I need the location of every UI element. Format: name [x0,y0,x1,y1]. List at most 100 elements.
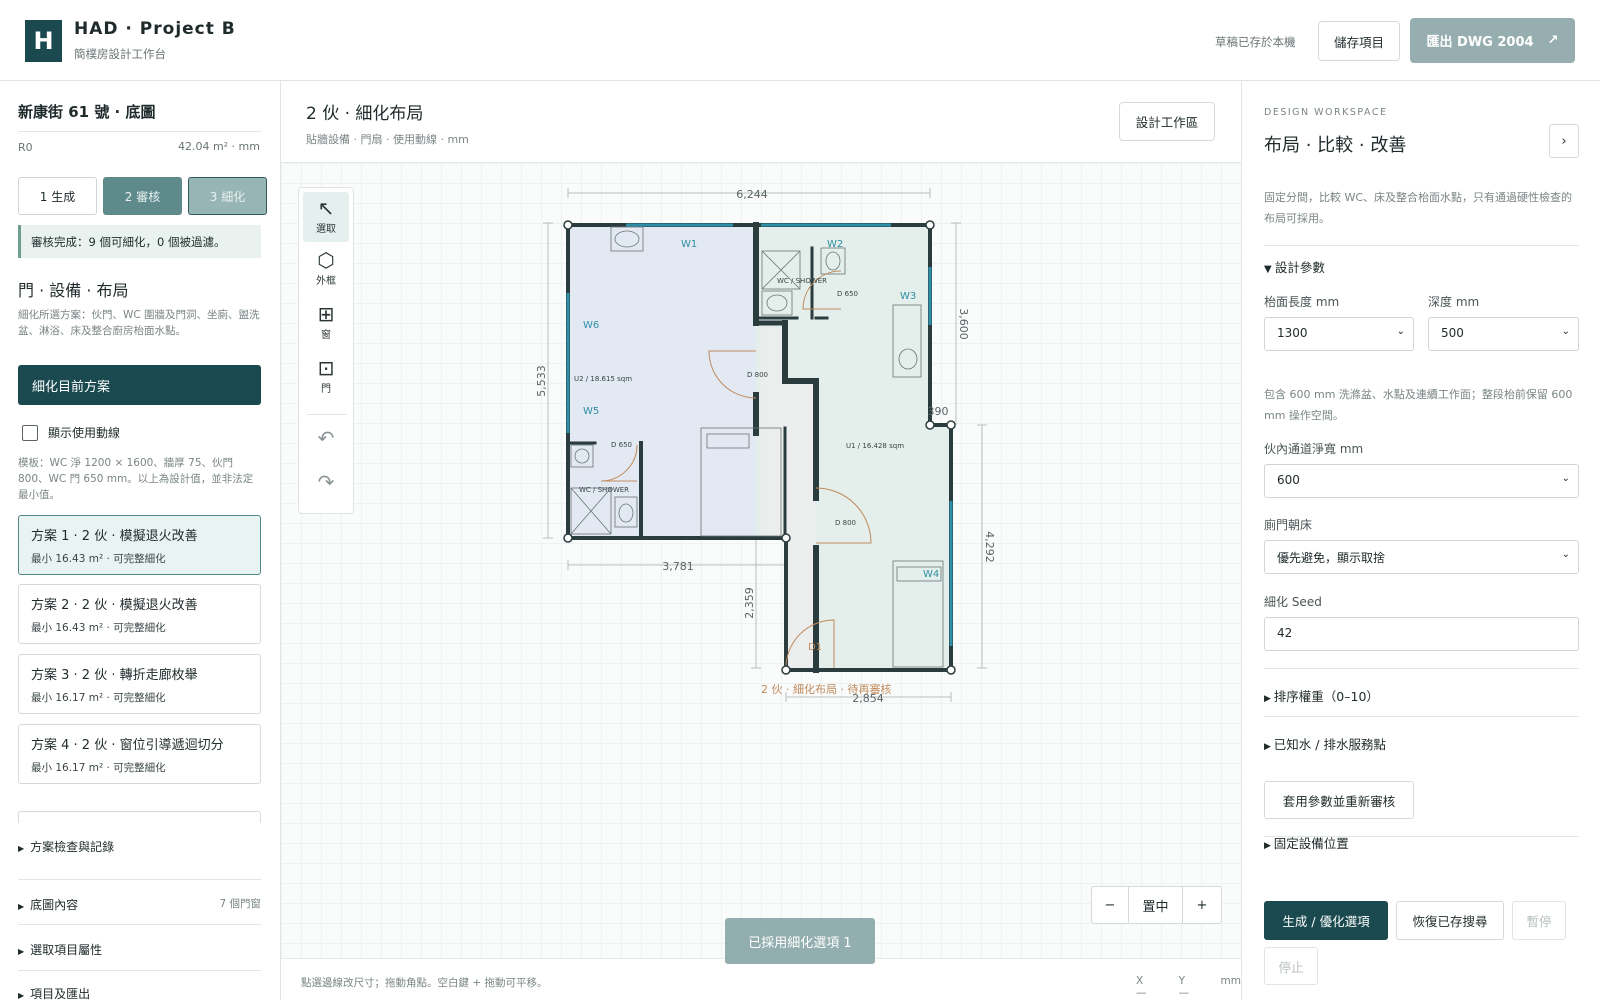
template-note: 模板：WC 淨 1200 × 1600、牆厚 75、伙門 800、WC 門 65… [18,457,254,501]
counter-length-label: 枱面長度 mm [1264,295,1340,309]
select-value: 500 [1441,326,1464,340]
save-project-button[interactable]: 儲存項目 [1318,21,1400,61]
option-title: 方案 4 · 2 伙 · 窗位引導遞迴切分 [31,738,224,753]
accordion-label: 項目及匯出 [30,987,91,1000]
chevron-down-icon: ⌄ [1561,473,1570,484]
design-workspace-button[interactable]: 設計工作區 [1119,102,1215,141]
divider [18,970,261,971]
review-notice: 審核完成：9 個可細化，0 個被過濾。 [18,225,261,258]
coord-y: Y — [1178,975,1190,999]
depth-label: 深度 mm [1428,295,1480,309]
option-title: 方案 1 · 2 伙 · 模擬退火改善 [31,529,198,544]
coordinate-readout: X — Y — mm [1136,975,1241,999]
dim-label: 3,600 [957,308,970,340]
option-card-4[interactable]: 方案 4 · 2 伙 · 窗位引導遞迴切分 最小 16.17 m² · 可完整細… [18,724,261,784]
accordion-review-log[interactable]: ▶ 方案檢查與記錄 [18,838,261,855]
door-label: D 650 [837,290,858,298]
window-label: W6 [583,320,599,331]
accordion-sort-weights[interactable]: ▶ 排序權重（0–10） [1264,686,1379,705]
accordion-label: 已知水 / 排水服務點 [1273,737,1386,752]
dim-label: 5,533 [535,365,548,397]
openings-count: 7 個門窗 [219,898,261,910]
canvas-title: 2 伙 · 細化布局 [306,104,424,124]
zoom-out-button[interactable]: − [1092,887,1129,923]
center-view-button[interactable]: 置中 [1129,887,1183,923]
unit-1-label: U1 / 16.428 sqm [846,442,904,450]
option-card-1[interactable]: 方案 1 · 2 伙 · 模擬退火改善 最小 16.43 m² · 可完整細化 [18,515,261,575]
app-title: HAD · Project B [74,19,236,39]
show-paths-label: 顯示使用動線 [48,426,121,440]
apply-params-button[interactable]: 套用參數並重新審核 [1264,781,1414,819]
expand-triangle-icon: ▶ [1264,694,1274,704]
unit-2-label: U2 / 18.615 sqm [574,375,632,383]
wc-label: WC / SHOWER [777,277,827,285]
divider [18,131,261,132]
accordion-design-params[interactable]: ▼ 設計參數 [1264,257,1325,276]
left-panel: 新康街 61 號 · 底圖 R0 42.04 m² · mm 1 生成 2 審核… [0,81,281,1000]
option-title: 方案 2 · 2 伙 · 模擬退火改善 [31,598,198,613]
export-dwg-button[interactable]: 匯出 DWG 2004 ↗ [1410,18,1575,63]
option-subtitle: 最小 16.43 m² · 可完整細化 [31,622,166,634]
accordion-fixed-equipment-title[interactable]: ▶ 固定設備位置 [1264,833,1349,852]
floor-plan[interactable]: 6,244 5,533 3,781 3,600 390 4,292 2,359 … [281,163,1241,960]
collapse-triangle-icon: ▼ [1264,264,1275,275]
expand-triangle-icon: ▶ [18,844,25,853]
accordion-service-points[interactable]: ▶ 已知水 / 排水服務點 [1264,734,1386,753]
panel-kicker: DESIGN WORKSPACE [1264,107,1388,118]
counter-length-select[interactable]: 1300 ⌄ [1264,317,1414,351]
select-value: 優先避免，顯示取捨 [1277,551,1386,565]
section-description: 細化所選方案：伙門、WC 圍牆及門洞、坐廁、盥洗盆、淋浴、床及整合廚房枱面水點。 [18,309,260,337]
refine-current-button[interactable]: 細化目前方案 [18,365,261,405]
seed-input[interactable]: 42 [1264,617,1579,651]
restore-search-button[interactable]: 恢復已存搜尋 [1396,901,1504,940]
export-dwg-label: 匯出 DWG 2004 [1426,35,1534,50]
corridor-width-label: 伙內通道淨寬 mm [1264,442,1364,456]
drawing-canvas[interactable]: ↖ 選取 ⬡ 外框 ⊞ 窗 ⊡ 門 ↶ ↷ 6,244 5,533 3,781 … [281,162,1241,964]
corridor-width-select[interactable]: 600 ⌄ [1264,464,1579,498]
option-card-3[interactable]: 方案 3 · 2 伙 · 轉折走廊枚舉 最小 16.17 m² · 可完整細化 [18,654,261,714]
option-card-partial[interactable] [18,811,261,823]
window-label: W5 [583,406,599,417]
toilet-door-select[interactable]: 優先避免，顯示取捨 ⌄ [1264,540,1579,574]
step-generate[interactable]: 1 生成 [18,177,97,215]
seed-label: 細化 Seed [1264,595,1322,609]
stop-button[interactable]: 停止 [1264,947,1318,985]
step-review[interactable]: 2 審核 [103,177,182,215]
accordion-properties[interactable]: ▶ 選取項目屬性 [18,941,261,958]
depth-select[interactable]: 500 ⌄ [1428,317,1579,351]
expand-triangle-icon: ▶ [18,991,25,1000]
step-refine[interactable]: 3 細化 [188,177,267,215]
show-paths-toggle[interactable]: 顯示使用動線 [22,424,120,441]
app-logo: H [25,20,62,62]
center-panel: 2 伙 · 細化布局 貼牆設備 · 門扇 · 使用動線 · mm 設計工作區 ↖… [281,81,1241,1000]
option-card-2[interactable]: 方案 2 · 2 伙 · 模擬退火改善 最小 16.43 m² · 可完整細化 [18,584,261,644]
panel-title: 布局 · 比較 · 改善 [1264,135,1407,156]
option-subtitle: 最小 16.17 m² · 可完整細化 [31,692,166,704]
expand-triangle-icon: ▶ [18,902,25,911]
show-paths-checkbox[interactable] [22,424,38,441]
divider [1264,716,1579,717]
accordion-project-export[interactable]: ▶ 項目及匯出 [18,985,261,1000]
zoom-in-button[interactable]: + [1183,887,1221,923]
wc-label: WC / SHOWER [579,486,629,494]
plan-title: 新康街 61 號 · 底圖 [18,103,156,121]
window-label: W3 [900,291,916,302]
door-label: D 800 [747,371,768,379]
option-title: 方案 3 · 2 伙 · 轉折走廊枚舉 [31,668,198,683]
section-title: 門 · 設備 · 布局 [18,281,129,300]
accordion-label: 方案檢查與記錄 [30,840,115,854]
accordion-label: 底圖內容 [30,898,79,912]
divider [1264,245,1579,246]
coord-unit: mm [1220,975,1241,987]
chevron-down-icon: ⌄ [1396,326,1405,337]
divider [1264,668,1579,669]
dim-label: 3,781 [662,560,694,573]
pause-button[interactable]: 暫停 [1512,901,1566,940]
chevron-down-icon: ⌄ [1561,549,1570,560]
collapse-panel-button[interactable]: › [1549,124,1579,158]
dim-label: 6,244 [736,188,768,201]
expand-triangle-icon: ▶ [18,947,25,956]
generate-options-button[interactable]: 生成 / 優化選項 [1264,901,1388,940]
coord-x: X — [1136,975,1147,999]
accordion-base-content[interactable]: ▶ 底圖內容 7 個門窗 [18,896,261,913]
